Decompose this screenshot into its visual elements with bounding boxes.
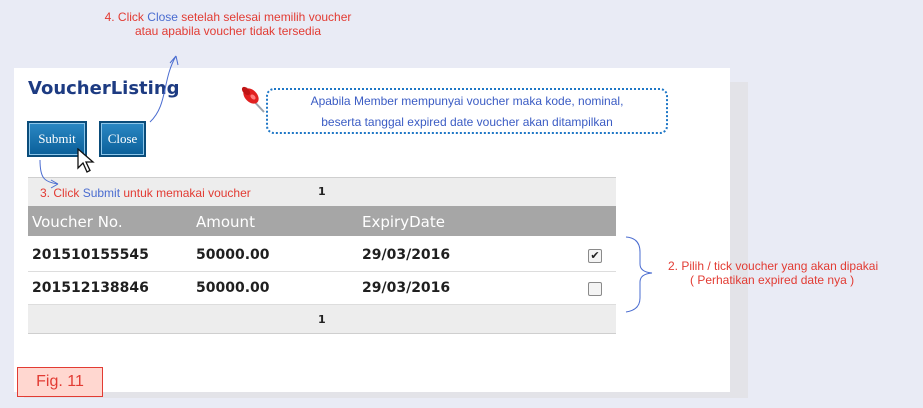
annotation-arrows — [39, 55, 653, 313]
